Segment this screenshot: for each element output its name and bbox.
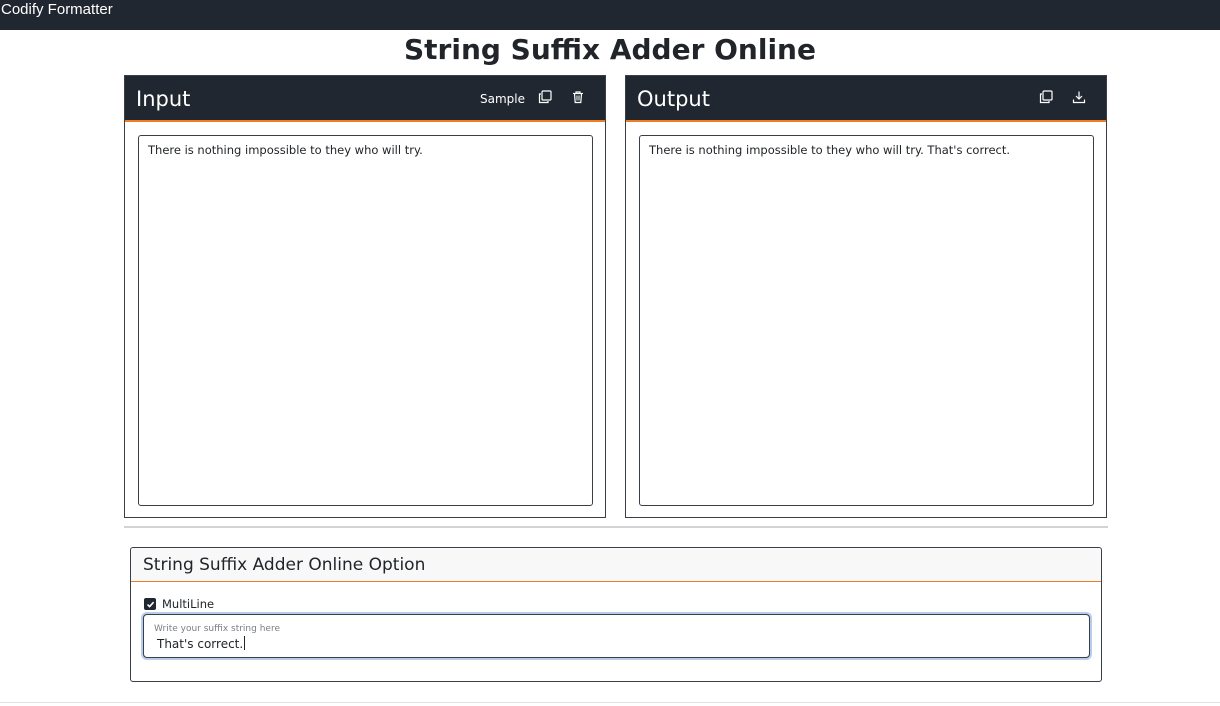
multiline-label: MultiLine (162, 597, 215, 611)
sample-button[interactable]: Sample (480, 88, 525, 110)
text-caret (244, 636, 246, 650)
input-panel-header: Input Sample (125, 76, 605, 122)
copy-icon[interactable] (538, 90, 554, 106)
check-icon (146, 601, 154, 608)
suffix-input-label: Write your suffix string here (154, 624, 280, 634)
trash-icon[interactable] (571, 90, 587, 106)
output-panel: Output There is nothing impossible to th… (625, 75, 1107, 518)
output-textarea[interactable]: There is nothing impossible to they who … (639, 135, 1094, 506)
options-card: String Suffix Adder Online Option MultiL… (130, 547, 1102, 682)
download-icon[interactable] (1072, 90, 1088, 106)
app-title-bar: Codify Formatter (0, 0, 1220, 30)
suffix-input[interactable]: Write your suffix string here That's cor… (143, 614, 1090, 658)
multiline-option[interactable]: MultiLine (144, 597, 214, 611)
input-textarea[interactable]: There is nothing impossible to they who … (138, 135, 593, 506)
suffix-input-value[interactable]: That's correct. (157, 636, 246, 652)
copy-icon[interactable] (1039, 90, 1055, 106)
output-panel-title: Output (637, 87, 710, 111)
multiline-checkbox[interactable] (144, 598, 156, 610)
suffix-value-text: That's correct. (157, 637, 244, 651)
footer-divider (0, 702, 1220, 703)
options-header: String Suffix Adder Online Option (131, 548, 1101, 582)
section-divider (124, 526, 1108, 528)
input-panel: Input Sample There is nothing impossible… (124, 75, 606, 518)
page-title: String Suffix Adder Online (404, 33, 816, 66)
options-title: String Suffix Adder Online Option (143, 555, 426, 575)
output-panel-header: Output (626, 76, 1106, 122)
app-title[interactable]: Codify Formatter (1, 1, 113, 18)
input-panel-title: Input (136, 87, 191, 111)
